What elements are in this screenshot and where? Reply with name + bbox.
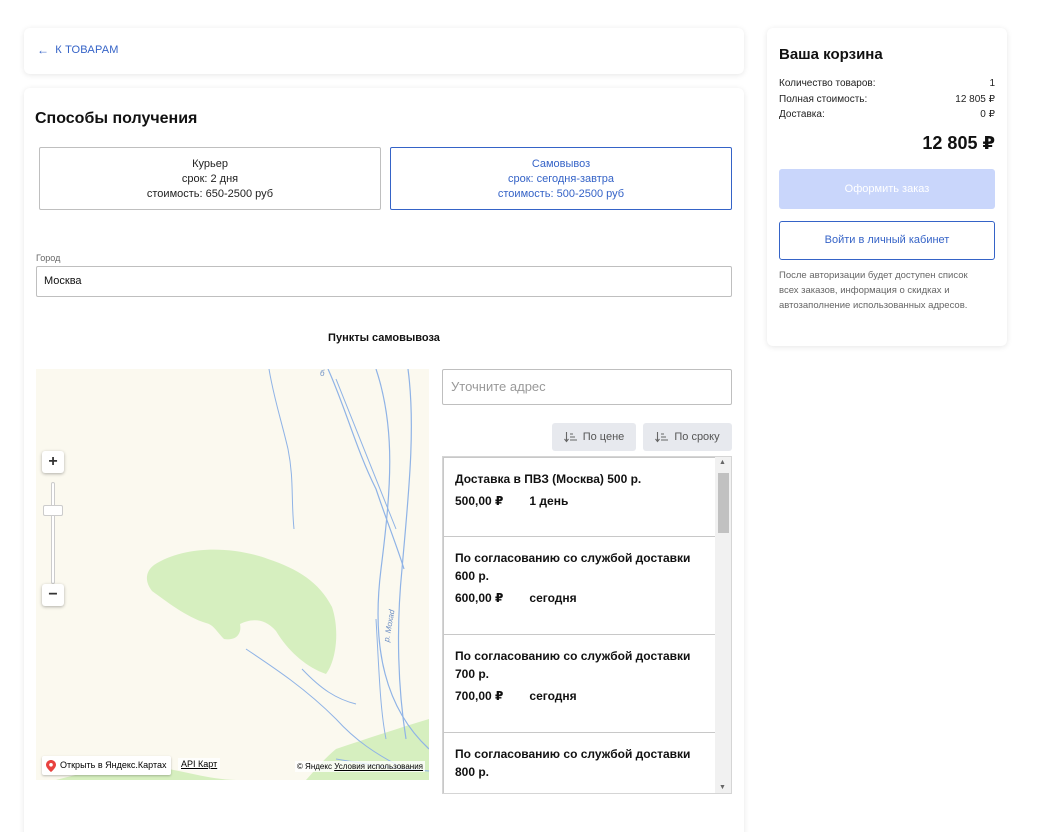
method-name: Курьер <box>192 158 228 170</box>
place-order-button[interactable]: Оформить заказ <box>779 169 995 209</box>
cart-row-label: Полная стоимость: <box>779 94 868 105</box>
map-copyright: © Яндекс Условия использования <box>294 761 425 772</box>
point-title: По согласованию со службой доставки 700 … <box>455 649 691 681</box>
scroll-up-arrow-icon[interactable]: ▲ <box>719 459 726 466</box>
map-terrain <box>56 369 429 780</box>
list-item[interactable]: По согласованию со службой доставки 800 … <box>443 732 716 793</box>
point-price: 500,00 ₽ <box>455 494 504 508</box>
method-cost: стоимость: 500-2500 руб <box>497 188 625 200</box>
point-title: Доставка в ПВЗ (Москва) 500 р. <box>455 472 642 486</box>
delivery-card: Способы получения Курьер срок: 2 дня сто… <box>24 88 744 832</box>
open-in-yandex-maps-button[interactable]: Открыть в Яндекс.Картах <box>42 756 172 775</box>
pickup-points-title: Пункты самовывоза <box>328 332 440 344</box>
cart-row-label: Количество товаров: <box>779 78 876 89</box>
point-term: сегодня <box>529 689 577 703</box>
map-label: б <box>320 369 325 378</box>
cart-row-label: Доставка: <box>779 109 825 120</box>
method-cost: стоимость: 650-2500 руб <box>146 188 274 200</box>
point-title: По согласованию со службой доставки 600 … <box>455 551 691 583</box>
zoom-slider-track[interactable] <box>51 482 55 584</box>
login-button[interactable]: Войти в личный кабинет <box>779 221 995 260</box>
list-item[interactable]: По согласованию со службой доставки 600 … <box>443 536 716 635</box>
list-scrollbar[interactable]: ▲ ▼ <box>715 457 731 793</box>
sort-icon <box>655 431 669 442</box>
cart-total: 12 805 ₽ <box>922 133 995 153</box>
sort-by-price-label: По цене <box>582 431 625 443</box>
point-term: 1 день <box>529 494 569 508</box>
list-item[interactable]: Доставка в ПВЗ (Москва) 500 р. 500,00 ₽ … <box>443 457 716 537</box>
back-to-products-link[interactable]: ← К ТОВАРАМ <box>37 43 119 57</box>
scroll-down-arrow-icon[interactable]: ▼ <box>719 784 726 791</box>
scrollbar-thumb[interactable] <box>718 473 729 533</box>
sort-by-price-button[interactable]: По цене <box>552 423 636 451</box>
cart-row-delivery: Доставка: 0 ₽ <box>779 109 995 120</box>
sort-by-term-label: По сроку <box>674 431 720 443</box>
zoom-out-button[interactable]: − <box>42 584 64 606</box>
method-courier[interactable]: Курьер срок: 2 дня стоимость: 650-2500 р… <box>39 147 381 210</box>
back-card: ← К ТОВАРАМ <box>24 28 744 74</box>
point-title: По согласованию со службой доставки 800 … <box>455 747 691 779</box>
open-in-yandex-maps-label: Открыть в Яндекс.Картах <box>60 760 167 770</box>
cart-row-value: 1 <box>989 78 995 89</box>
cart-title: Ваша корзина <box>779 46 883 63</box>
method-name: Самовывоз <box>531 158 591 170</box>
city-label: Город <box>36 253 61 263</box>
pickup-points-list[interactable]: Доставка в ПВЗ (Москва) 500 р. 500,00 ₽ … <box>442 456 732 794</box>
auth-note: После авторизации будет доступен список … <box>779 270 968 311</box>
point-price: 700,00 ₽ <box>455 689 504 703</box>
maps-api-link[interactable]: API Карт <box>178 758 221 770</box>
arrow-left-icon: ← <box>37 43 50 57</box>
address-input[interactable]: Уточните адрес <box>442 369 732 405</box>
delivery-title: Способы получения <box>35 110 198 127</box>
sort-icon <box>563 431 577 442</box>
point-price: 600,00 ₽ <box>455 591 504 605</box>
zoom-in-button[interactable]: + <box>42 451 64 473</box>
zoom-slider-handle[interactable] <box>43 505 63 516</box>
cart-row-total-cost: Полная стоимость: 12 805 ₽ <box>779 94 995 105</box>
point-term: сегодня <box>529 591 577 605</box>
terms-of-use-link[interactable]: Условия использования <box>334 762 423 771</box>
back-link-label: К ТОВАРАМ <box>55 44 119 56</box>
method-term: срок: сегодня-завтра <box>507 173 615 185</box>
cart-row-value: 0 ₽ <box>980 109 995 120</box>
copyright-text: © Яндекс <box>296 762 332 771</box>
sort-by-term-button[interactable]: По сроку <box>643 423 732 451</box>
cart-card: Ваша корзина Количество товаров: 1 Полна… <box>767 28 1007 346</box>
map-pin-icon <box>46 759 56 772</box>
cart-row-quantity: Количество товаров: 1 <box>779 78 995 89</box>
method-pickup[interactable]: Самовывоз срок: сегодня-завтра стоимость… <box>390 147 732 210</box>
map[interactable]: р. Мохаd б + − Открыть в Яндекс.Картах A… <box>36 369 429 780</box>
method-term: срок: 2 дня <box>181 173 239 185</box>
cart-row-value: 12 805 ₽ <box>955 94 995 105</box>
list-item[interactable]: По согласованию со службой доставки 700 … <box>443 634 716 733</box>
city-input[interactable]: Москва <box>36 266 732 297</box>
